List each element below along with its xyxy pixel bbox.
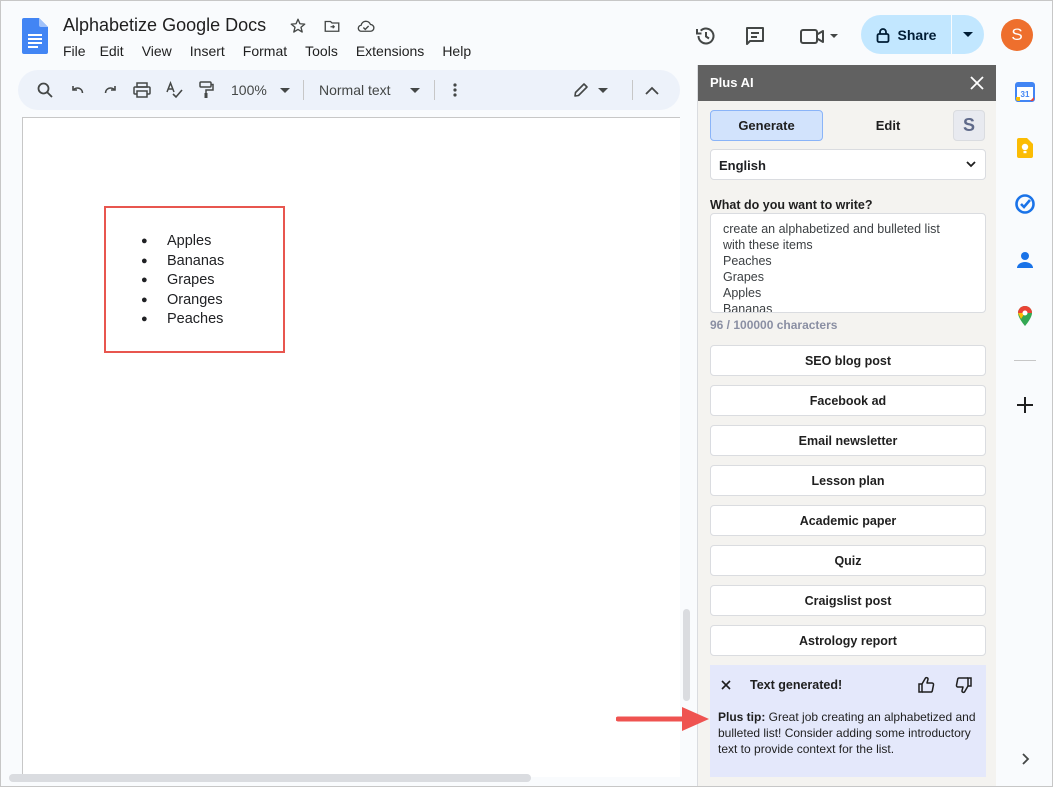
option-lesson-plan[interactable]: Lesson plan xyxy=(710,465,986,496)
tasks-icon[interactable] xyxy=(1014,193,1036,215)
undo-icon[interactable] xyxy=(68,80,88,100)
tab-edit[interactable]: Edit xyxy=(838,110,938,141)
panel-title: Plus AI xyxy=(710,75,754,90)
option-astrology-report[interactable]: Astrology report xyxy=(710,625,986,656)
prompt-textarea[interactable]: create an alphabetized and bulleted list… xyxy=(710,213,986,313)
avatar[interactable]: S xyxy=(1001,19,1033,51)
add-icon[interactable] xyxy=(1014,394,1036,416)
plus-ai-logo-button[interactable]: S xyxy=(953,110,985,141)
vertical-scrollbar[interactable] xyxy=(683,609,690,701)
toolbar-divider xyxy=(303,80,304,100)
text-generated-notice: Text generated! Plus tip: Great job crea… xyxy=(710,665,986,777)
list-item[interactable]: Bananas xyxy=(141,252,224,272)
panel-header: Plus AI xyxy=(698,65,996,101)
language-select[interactable]: English xyxy=(710,149,986,180)
thumbs-down-icon[interactable] xyxy=(954,675,974,695)
search-icon[interactable] xyxy=(35,80,55,100)
docs-logo-icon[interactable] xyxy=(22,18,48,54)
paint-format-icon[interactable] xyxy=(196,80,216,100)
option-email-newsletter[interactable]: Email newsletter xyxy=(710,425,986,456)
option-facebook-ad[interactable]: Facebook ad xyxy=(710,385,986,416)
thumbs-up-icon[interactable] xyxy=(916,675,936,695)
annotation-arrow-icon xyxy=(616,707,709,731)
title-actions xyxy=(287,15,377,37)
calendar-icon[interactable]: 31 xyxy=(1014,81,1036,103)
plus-ai-panel: Plus AI Generate Edit S English What do … xyxy=(697,65,996,786)
tip-label: Plus tip: xyxy=(718,710,766,724)
share-button[interactable]: Share xyxy=(861,15,951,54)
plus-tip: Plus tip: Great job creating an alphabet… xyxy=(718,709,980,757)
comments-icon[interactable] xyxy=(742,23,768,49)
spellcheck-icon[interactable] xyxy=(164,80,184,100)
rail-divider xyxy=(1014,360,1036,361)
menu-format[interactable]: Format xyxy=(243,43,295,59)
editing-mode-pencil-icon[interactable] xyxy=(571,80,591,100)
toolbar-divider xyxy=(434,80,435,100)
chevron-down-icon xyxy=(966,161,976,168)
document-title[interactable]: Alphabetize Google Docs xyxy=(63,15,266,36)
chevron-up-icon[interactable] xyxy=(642,80,662,100)
chevron-right-icon[interactable] xyxy=(1014,748,1036,770)
tab-generate[interactable]: Generate xyxy=(710,110,823,141)
option-seo-blog-post[interactable]: SEO blog post xyxy=(710,345,986,376)
prompt-label: What do you want to write? xyxy=(710,198,873,212)
meet-icon[interactable] xyxy=(797,23,841,49)
notice-title: Text generated! xyxy=(750,678,843,692)
list-item[interactable]: Grapes xyxy=(141,271,224,291)
option-quiz[interactable]: Quiz xyxy=(710,545,986,576)
menu-tools[interactable]: Tools xyxy=(305,43,346,59)
menu-extensions[interactable]: Extensions xyxy=(356,43,432,59)
lock-icon xyxy=(876,27,889,43)
cloud-saved-icon[interactable] xyxy=(355,15,377,37)
move-folder-icon[interactable] xyxy=(321,15,343,37)
menu-edit[interactable]: Edit xyxy=(100,43,132,59)
share-dropdown-button[interactable] xyxy=(952,15,984,54)
zoom-select[interactable]: 100% xyxy=(231,82,267,98)
more-options-icon[interactable] xyxy=(445,80,465,100)
menu-view[interactable]: View xyxy=(142,43,180,59)
list-item[interactable]: Apples xyxy=(141,232,224,252)
panel-tabs: Generate Edit S xyxy=(710,110,985,141)
menu-insert[interactable]: Insert xyxy=(190,43,233,59)
dismiss-icon[interactable] xyxy=(719,678,733,692)
close-icon[interactable] xyxy=(968,74,986,92)
option-craigslist-post[interactable]: Craigslist post xyxy=(710,585,986,616)
option-academic-paper[interactable]: Academic paper xyxy=(710,505,986,536)
list-item[interactable]: Peaches xyxy=(141,310,224,330)
menu-file[interactable]: File xyxy=(63,43,94,59)
horizontal-scrollbar[interactable] xyxy=(9,774,531,782)
version-history-icon[interactable] xyxy=(693,23,719,49)
editing-toolbar: 100% Normal text xyxy=(18,70,680,110)
star-icon[interactable] xyxy=(287,15,309,37)
share-control: Share xyxy=(861,15,984,54)
maps-icon[interactable] xyxy=(1014,305,1036,327)
mode-caret-icon[interactable] xyxy=(598,88,608,93)
caret-down-icon xyxy=(963,31,973,37)
svg-text:31: 31 xyxy=(1021,90,1030,99)
menu-help[interactable]: Help xyxy=(442,43,479,59)
redo-icon[interactable] xyxy=(100,80,120,100)
language-value: English xyxy=(719,158,766,173)
bulleted-list[interactable]: Apples Bananas Grapes Oranges Peaches xyxy=(141,232,224,330)
style-caret-icon[interactable] xyxy=(410,88,420,93)
contacts-icon[interactable] xyxy=(1014,249,1036,271)
menu-bar: File Edit View Insert Format Tools Exten… xyxy=(63,43,489,59)
app-window: Alphabetize Google Docs File Edit View I… xyxy=(0,0,1053,787)
style-select[interactable]: Normal text xyxy=(319,82,391,98)
print-icon[interactable] xyxy=(132,80,152,100)
keep-icon[interactable] xyxy=(1014,137,1036,159)
share-label: Share xyxy=(897,26,937,43)
character-count: 96 / 100000 characters xyxy=(710,318,838,332)
list-item[interactable]: Oranges xyxy=(141,291,224,311)
zoom-caret-icon[interactable] xyxy=(280,88,290,93)
toolbar-divider xyxy=(632,80,633,100)
